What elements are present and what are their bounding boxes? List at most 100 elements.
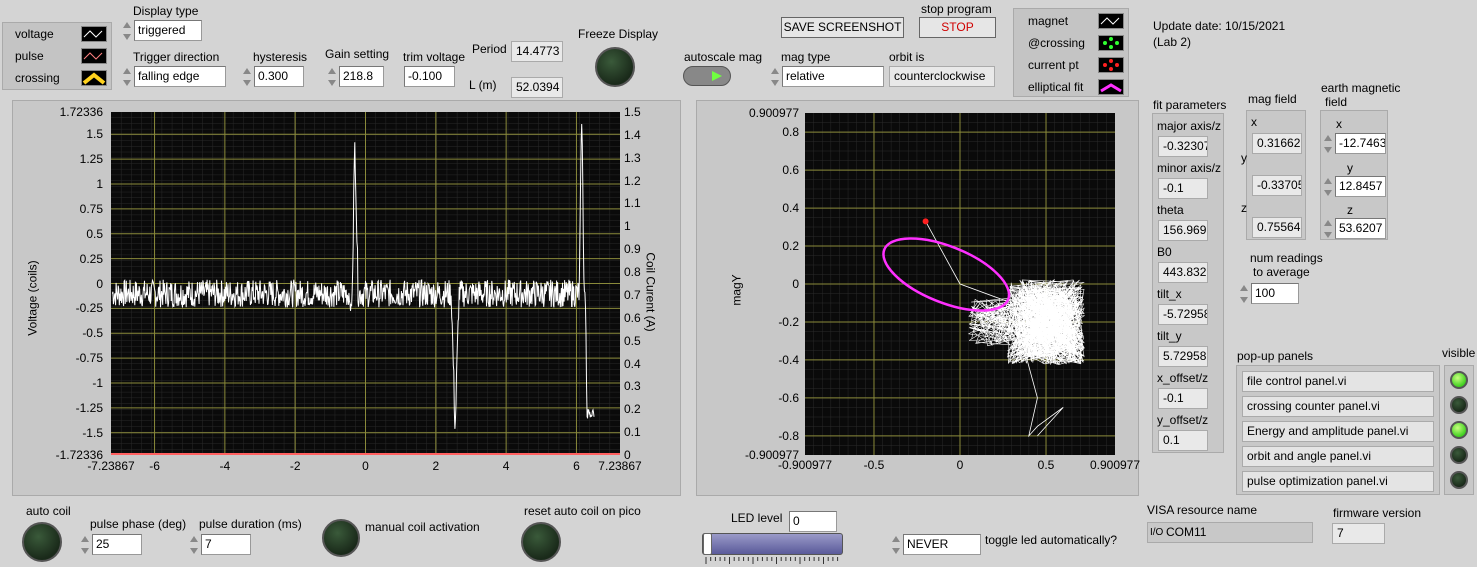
orbit-value: counterclockwise bbox=[889, 66, 995, 87]
x-tick-label: -6 bbox=[149, 459, 160, 473]
mag-field-z-label: z bbox=[1241, 201, 1247, 215]
hysteresis-input[interactable]: 0.300 bbox=[254, 66, 304, 87]
reset-auto-coil-button[interactable] bbox=[521, 522, 561, 562]
toggle-led-label: toggle led automatically? bbox=[985, 533, 1118, 547]
legend-magnet-swatch[interactable] bbox=[1098, 13, 1124, 29]
earth-field-y-spinner[interactable] bbox=[1323, 176, 1333, 198]
led-level-input[interactable]: 0 bbox=[789, 511, 837, 532]
y-tick-label: -0.25 bbox=[75, 301, 103, 316]
fit-param-label: theta bbox=[1157, 203, 1184, 217]
popup-visible-led[interactable] bbox=[1450, 396, 1468, 414]
earth-field-z-label: z bbox=[1347, 203, 1353, 217]
y-tick-label: -1 bbox=[92, 376, 103, 390]
manual-coil-button[interactable] bbox=[322, 519, 360, 557]
popup-visible-led[interactable] bbox=[1450, 371, 1468, 389]
pulse-duration-label: pulse duration (ms) bbox=[199, 517, 302, 531]
freeze-display-button[interactable] bbox=[595, 47, 635, 87]
stop-button[interactable]: STOP bbox=[919, 17, 996, 38]
num-readings-spinner[interactable] bbox=[1239, 283, 1249, 305]
period-value: 14.4773 bbox=[511, 41, 563, 62]
y-tick-label: 0.5 bbox=[86, 226, 103, 241]
pulse-phase-spinner[interactable] bbox=[80, 534, 90, 556]
earth-field-x-input[interactable]: -12.7463 bbox=[1335, 133, 1386, 154]
trim-voltage-input[interactable]: -0.100 bbox=[404, 66, 455, 87]
x-tick-label: 0.900977 bbox=[1089, 458, 1141, 472]
legend-voltage-swatch[interactable] bbox=[81, 26, 107, 42]
popup-panel-item[interactable]: orbit and angle panel.vi bbox=[1242, 446, 1434, 467]
popup-visible-led[interactable] bbox=[1450, 421, 1468, 439]
led-level-scale bbox=[705, 557, 839, 564]
earth-field-x-spinner[interactable] bbox=[1323, 133, 1333, 155]
legend-pulse-swatch[interactable] bbox=[81, 48, 107, 64]
earth-field-y-label: y bbox=[1347, 161, 1353, 175]
earth-field-y-input[interactable]: 12.8457 bbox=[1335, 176, 1386, 197]
y-tick-label: 1.5 bbox=[86, 127, 103, 142]
mag-type-select[interactable]: relative bbox=[782, 66, 884, 87]
voltage-chart[interactable] bbox=[111, 112, 620, 455]
voltage-axis-title: Voltage (coils) bbox=[25, 260, 40, 336]
auto-coil-button[interactable] bbox=[22, 522, 62, 562]
coil-current-axis-title: Coil Curent (A) bbox=[643, 252, 658, 332]
toggle-led-spinner[interactable] bbox=[891, 534, 901, 556]
y-tick-label: -1.25 bbox=[75, 400, 103, 415]
save-screenshot-button[interactable]: SAVE SCREENSHOT bbox=[781, 17, 904, 38]
display-type-select[interactable]: triggered bbox=[134, 20, 202, 41]
y-tick-label: -0.2 bbox=[778, 314, 799, 329]
earth-field-z-spinner[interactable] bbox=[1323, 218, 1333, 240]
trigger-direction-spinner[interactable] bbox=[122, 66, 132, 88]
trigger-direction-select[interactable]: falling edge bbox=[134, 66, 226, 87]
pulse-duration-input[interactable]: 7 bbox=[201, 534, 251, 555]
popup-visible-led[interactable] bbox=[1450, 471, 1468, 489]
mag-type-spinner[interactable] bbox=[770, 66, 780, 88]
autoscale-mag-label: autoscale mag bbox=[684, 50, 763, 64]
y2-tick-label: 0.8 bbox=[624, 265, 641, 280]
y2-tick-label: 0.2 bbox=[624, 402, 641, 417]
y2-tick-label: 1.4 bbox=[624, 127, 641, 142]
legend-elliptical-fit-swatch[interactable] bbox=[1098, 79, 1124, 95]
firmware-label: firmware version bbox=[1333, 506, 1422, 520]
led-level-slider-thumb[interactable] bbox=[703, 533, 712, 555]
popup-panel-item[interactable]: Energy and amplitude panel.vi bbox=[1242, 421, 1434, 442]
legend-magnet-label: magnet bbox=[1028, 14, 1069, 28]
fit-param-label: B0 bbox=[1157, 245, 1172, 259]
num-readings-input[interactable]: 100 bbox=[1251, 283, 1299, 304]
magnetometer-chart[interactable] bbox=[805, 113, 1115, 455]
toggle-led-select[interactable]: NEVER bbox=[903, 534, 981, 555]
visa-resource-field[interactable]: I/O COM11 bbox=[1147, 522, 1313, 543]
legend-crossing-point-label: @crossing bbox=[1028, 36, 1085, 50]
y2-tick-label: 0.7 bbox=[624, 287, 641, 302]
gain-spinner[interactable] bbox=[327, 66, 337, 88]
pulse-phase-input[interactable]: 25 bbox=[92, 534, 142, 555]
popup-panel-item[interactable]: crossing counter panel.vi bbox=[1242, 396, 1434, 417]
stop-program-label: stop program bbox=[921, 2, 992, 16]
popup-panel-item[interactable]: file control panel.vi bbox=[1242, 371, 1434, 392]
earth-field-panel: x -12.7463 y 12.8457 z 53.6207 bbox=[1320, 110, 1388, 240]
fit-param-label: y_offset/z bbox=[1157, 413, 1209, 427]
earth-field-z-input[interactable]: 53.6207 bbox=[1335, 218, 1386, 239]
autoscale-mag-toggle[interactable] bbox=[683, 66, 731, 86]
y2-tick-label: 1 bbox=[624, 219, 631, 234]
plot-legend-left: voltage pulse crossing bbox=[2, 22, 112, 90]
hysteresis-spinner[interactable] bbox=[242, 66, 252, 88]
length-label: L (m) bbox=[469, 78, 497, 92]
legend-current-point-swatch[interactable] bbox=[1098, 57, 1124, 73]
legend-crossing-swatch[interactable] bbox=[81, 70, 107, 86]
visa-label: VISA resource name bbox=[1147, 503, 1258, 517]
popup-panel-item[interactable]: pulse optimization panel.vi bbox=[1242, 471, 1434, 492]
orbit-label: orbit is bbox=[889, 50, 925, 64]
length-value: 52.0394 bbox=[511, 77, 563, 98]
earth-field-title: earth magnetic bbox=[1321, 81, 1401, 95]
y-tick-label: -0.75 bbox=[75, 351, 103, 366]
led-level-slider[interactable] bbox=[702, 533, 843, 555]
pulse-duration-spinner[interactable] bbox=[189, 534, 199, 556]
y2-tick-label: 0.1 bbox=[624, 425, 641, 440]
display-type-spinner[interactable] bbox=[122, 20, 132, 42]
gain-input[interactable]: 218.8 bbox=[339, 66, 384, 87]
popup-visible-led[interactable] bbox=[1450, 446, 1468, 464]
legend-crossing-point-swatch[interactable] bbox=[1098, 35, 1124, 51]
lab-label: (Lab 2) bbox=[1153, 35, 1192, 49]
mag-field-z-value: 0.755645 bbox=[1252, 217, 1302, 238]
y-tick-label: 0 bbox=[96, 276, 103, 291]
x-tick-label: 0.5 bbox=[1037, 458, 1055, 472]
y-tick-label: 0.4 bbox=[782, 201, 799, 216]
